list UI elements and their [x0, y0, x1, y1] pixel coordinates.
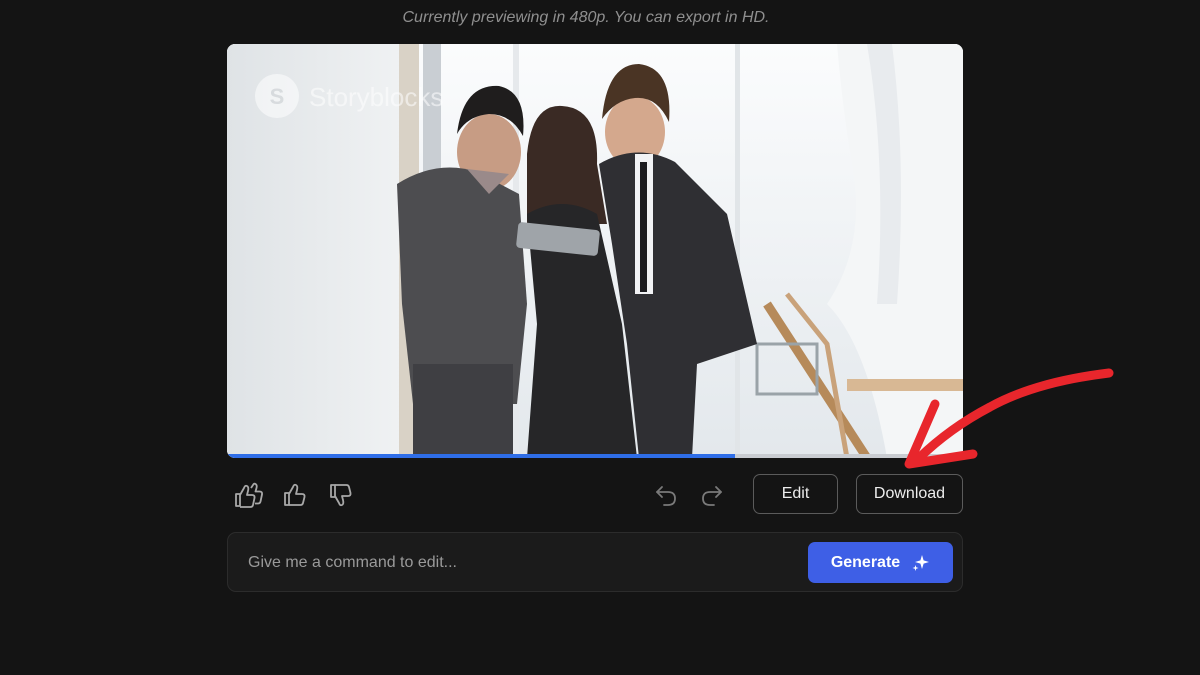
generate-label: Generate	[830, 553, 901, 571]
video-progress-fill	[227, 454, 735, 458]
video-progress-bar[interactable]	[227, 454, 963, 458]
generate-button[interactable]: Generate	[808, 542, 953, 583]
command-bar: Generate	[227, 532, 963, 592]
storyblocks-logo-icon: S	[255, 74, 299, 118]
svg-text:S: S	[270, 84, 285, 109]
video-watermark: Storyblocks	[309, 82, 443, 112]
download-button[interactable]: Download	[856, 474, 963, 514]
undo-icon	[656, 486, 676, 506]
redo-button[interactable]	[695, 478, 729, 512]
action-toolbar: Edit Download	[227, 474, 963, 516]
double-thumbs-up-button[interactable]	[233, 478, 267, 512]
preview-quality-note: Currently previewing in 480p. You can ex…	[402, 9, 770, 26]
redo-icon	[702, 486, 722, 506]
double-thumbs-up-icon	[235, 482, 263, 508]
edit-button[interactable]: Edit	[753, 474, 838, 514]
thumbs-down-button[interactable]	[324, 478, 358, 512]
thumbs-up-icon	[284, 483, 306, 506]
editor-page: Currently previewing in 480p. You can ex…	[0, 0, 1200, 675]
command-input[interactable]	[246, 547, 790, 579]
video-frame: S Storyblocks	[227, 44, 963, 458]
thumbs-up-button[interactable]	[278, 478, 312, 512]
undo-button[interactable]	[649, 478, 683, 512]
sparkle-icon	[912, 554, 930, 571]
video-preview[interactable]: S Storyblocks	[227, 44, 963, 458]
thumbs-down-icon	[330, 484, 352, 507]
